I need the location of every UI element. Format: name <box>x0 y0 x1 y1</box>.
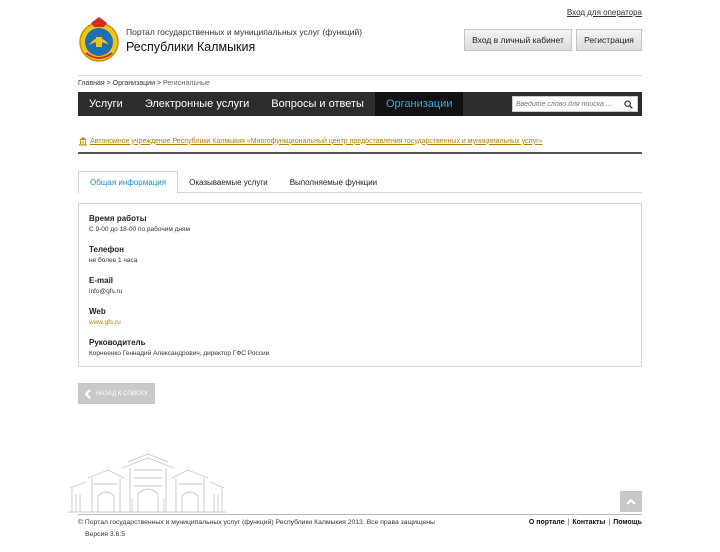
field-value: С 9-00 до 18-00 по рабочим дням <box>89 226 190 233</box>
back-to-list-button[interactable]: НАЗАД К СПИСКУ <box>78 383 155 404</box>
footer-divider <box>78 514 642 515</box>
back-button-label: НАЗАД К СПИСКУ <box>96 390 148 397</box>
register-button[interactable]: Регистрация <box>576 29 642 51</box>
search-box <box>512 96 638 112</box>
field-value: info@gfs.ru <box>89 288 123 295</box>
copyright-text: © Портал государственных и муниципальных… <box>78 519 435 526</box>
organization-tabs: Общая информация Оказываемые услуги Выпо… <box>78 171 642 194</box>
chevron-left-icon <box>84 388 91 399</box>
field-label: E-mail <box>89 276 114 285</box>
tab-general-info[interactable]: Общая информация <box>78 171 179 194</box>
breadcrumb-organizations[interactable]: Организации <box>113 80 155 87</box>
organization-name-link[interactable]: Автономное учреждение Республики Калмыки… <box>90 138 543 145</box>
field-email: E-mail info@gfs.ru <box>89 275 641 297</box>
field-label: Время работы <box>89 214 147 223</box>
breadcrumb-current: Региональные <box>163 80 210 87</box>
main-navigation: Услуги Электронные услуги Вопросы и отве… <box>78 92 642 116</box>
nav-item-electronic-services[interactable]: Электронные услуги <box>134 92 260 116</box>
footer-link-help[interactable]: Помощь <box>613 519 642 526</box>
field-value: Корнеенко Геннадий Александрович, директ… <box>89 350 270 357</box>
nav-item-questions-answers[interactable]: Вопросы и ответы <box>260 92 375 116</box>
tab-provided-services[interactable]: Оказываемые услуги <box>178 171 279 193</box>
kalmykia-emblem-logo[interactable] <box>78 15 120 63</box>
organization-building-icon <box>79 137 87 146</box>
organization-title-row: Автономное учреждение Республики Калмыки… <box>78 136 543 146</box>
personal-cabinet-button[interactable]: Вход в личный кабинет <box>464 29 572 51</box>
nav-item-services[interactable]: Услуги <box>78 92 134 116</box>
version-text: Версия 3.6.5 <box>85 531 125 538</box>
breadcrumb-separator: > <box>156 80 162 87</box>
footer-link-contacts[interactable]: Контакты <box>572 519 605 526</box>
field-label: Руководитель <box>89 338 146 347</box>
web-link[interactable]: www.gfs.ru <box>89 318 641 328</box>
tab-performed-functions[interactable]: Выполняемые функции <box>279 171 388 193</box>
footer-link-about[interactable]: О портале <box>529 519 565 526</box>
field-label: Телефон <box>89 245 124 254</box>
breadcrumb-home[interactable]: Главная <box>78 80 105 87</box>
field-label: Web <box>89 307 106 316</box>
footer-links: О портале | Контакты | Помощь <box>529 519 642 526</box>
breadcrumb: Главная > Организации > Региональные <box>78 80 210 87</box>
header-divider <box>78 75 642 76</box>
chevron-up-icon <box>626 498 636 505</box>
search-input[interactable] <box>513 100 621 108</box>
nav-item-organizations[interactable]: Организации <box>374 92 464 116</box>
footer-link-separator: | <box>567 519 570 526</box>
organization-divider <box>78 152 642 154</box>
portal-title[interactable]: Республики Калмыкия <box>126 40 255 54</box>
footer-link-separator: | <box>608 519 611 526</box>
field-web: Web www.gfs.ru <box>89 306 641 328</box>
general-info-panel: Время работы С 9-00 до 18-00 по рабочим … <box>78 203 642 367</box>
search-icon[interactable] <box>621 97 635 111</box>
field-phone: Телефон не более 1 часа <box>89 244 641 266</box>
breadcrumb-separator: > <box>106 80 111 87</box>
scroll-to-top-button[interactable] <box>620 491 642 512</box>
pagoda-illustration <box>68 453 226 513</box>
portal-subtitle: Портал государственных и муниципальных у… <box>126 27 363 37</box>
field-head: Руководитель Корнеенко Геннадий Александ… <box>89 337 641 359</box>
field-working-hours: Время работы С 9-00 до 18-00 по рабочим … <box>89 213 641 235</box>
operator-login-link[interactable]: Вход для оператора <box>567 8 642 17</box>
field-value: не более 1 часа <box>89 257 138 264</box>
